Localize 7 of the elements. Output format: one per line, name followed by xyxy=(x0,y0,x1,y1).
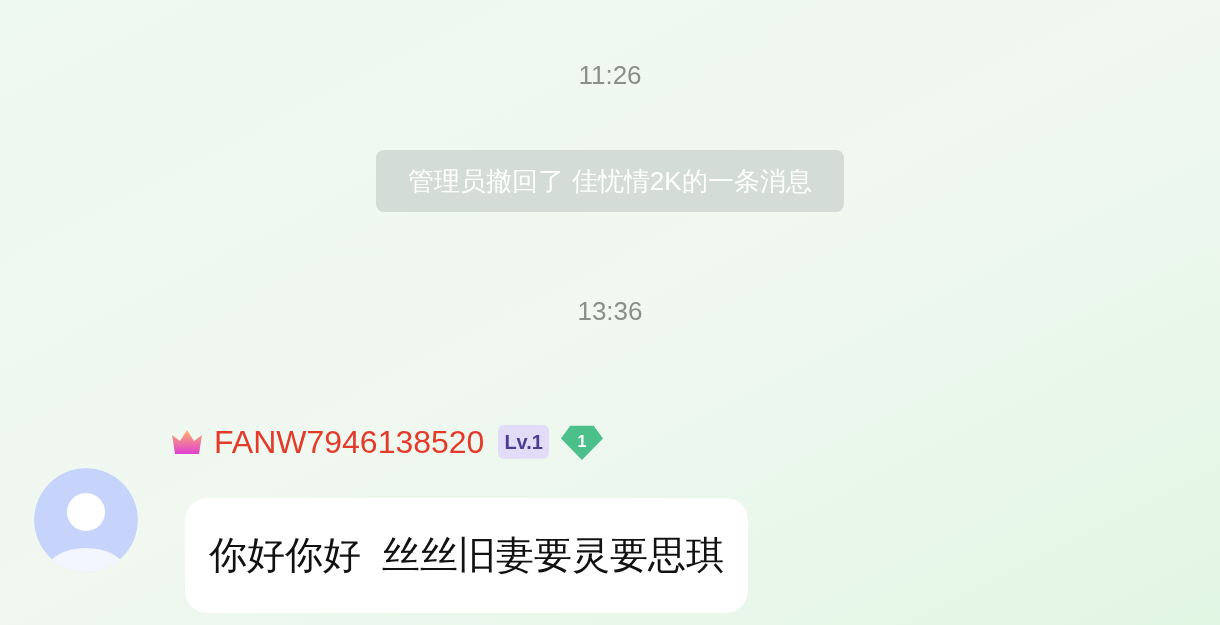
rank-badge: 1 xyxy=(560,424,603,460)
sender-name: FANW7946138520 xyxy=(214,423,485,462)
timestamp: 13:36 xyxy=(577,295,643,328)
timestamp: 11:26 xyxy=(578,59,642,92)
level-badge: Lv.1 xyxy=(498,425,549,459)
message-bubble: 你好你好 丝丝旧妻要灵要思琪 xyxy=(185,498,749,613)
avatar-icon xyxy=(34,468,138,572)
